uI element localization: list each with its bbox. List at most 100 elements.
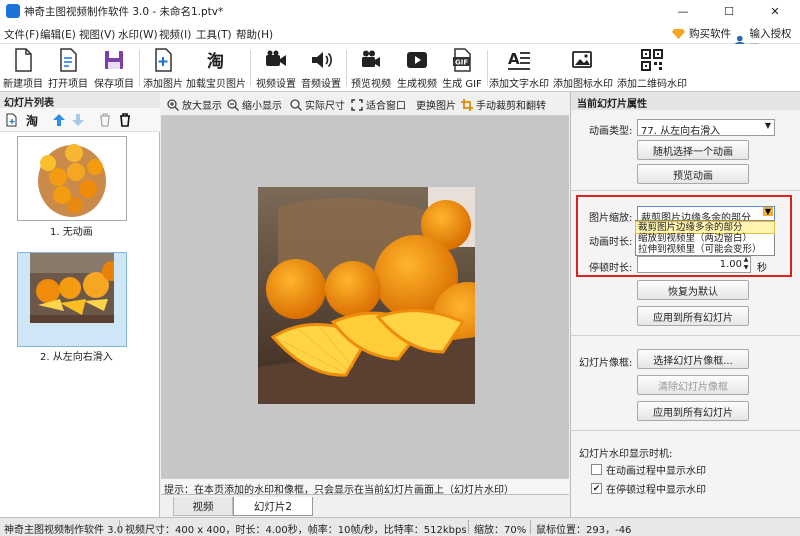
animation-type-value: 77. 从左向右滑入 [641,126,721,137]
restore-default-button[interactable]: 恢复为默认 [637,280,749,300]
menu-help[interactable]: 帮助(H) [236,27,273,42]
generate-video-label: 生成视频 [397,79,437,90]
random-animation-button[interactable]: 随机选择一个动画 [637,140,749,160]
open-file-icon [60,48,77,72]
speaker-icon [312,52,332,68]
clear-frame-button: 清除幻灯片像框 [637,375,749,395]
zoom-in-button[interactable]: 放大显示 [167,97,222,112]
oranges-bowl-image [18,137,126,220]
generate-video-button[interactable]: 生成视频 [395,46,439,90]
add-text-watermark-label: 添加文字水印 [489,79,549,90]
add-slide-icon[interactable] [4,112,20,128]
load-taobao-button[interactable]: 淘 加载宝贝图片 [186,46,246,90]
zoom-out-button[interactable]: 缩小显示 [227,97,282,112]
toolbar-separator [250,50,251,86]
tab-video[interactable]: 视频 [173,497,233,516]
properties-header: 当前幻灯片属性 [571,92,800,110]
slide-list-toolbar: 淘 [0,108,160,132]
canvas-toolbar: 放大显示 缩小显示 实际尺寸 适合窗口 更换图片 手动裁剪和翻转 [161,92,569,116]
replace-image-button[interactable]: 更换图片 [416,97,456,112]
fit-window-icon [351,98,363,111]
actual-size-button[interactable]: 实际尺寸 [290,97,345,112]
status-separator [119,520,120,534]
add-image-label: 添加图片 [143,79,183,90]
oranges-slices-image [30,253,114,323]
minimize-button[interactable]: — [660,0,706,22]
maximize-button[interactable]: ☐ [706,0,752,22]
show-during-animation-option[interactable]: 在动画过程中显示水印 [591,462,706,477]
preview-video-button[interactable]: 预览视频 [349,46,393,90]
qr-code-icon [641,49,663,71]
svg-text:淘: 淘 [207,51,224,72]
highlight-annotation-box [576,195,792,277]
animation-type-label: 动画类型: [589,126,633,137]
apply-to-all-slides-button[interactable]: 应用到所有幻灯片 [637,306,749,326]
audio-settings-label: 音频设置 [301,79,341,90]
add-image-button[interactable]: 添加图片 [142,46,184,90]
buy-software-link[interactable]: 购买软件 [672,26,731,41]
close-button[interactable]: ✕ [752,0,798,22]
hint-text: 提示：在本页添加的水印和像框，只会显示在当前幻灯片画面上（幻灯片水印） [161,478,569,496]
app-icon [6,4,20,18]
manual-crop-button[interactable]: 手动裁剪和翻转 [461,97,546,112]
status-bar: 神奇主图视频制作软件 3.0 视频尺寸：400 x 400，时长：4.00秒，帧… [0,517,800,536]
zoom-out-icon [227,98,239,111]
properties-panel: 当前幻灯片属性 动画类型: 77. 从左向右滑入 ▼ 随机选择一个动画 预览动画… [570,92,800,517]
watermark-timing-label: 幻灯片水印显示时机: [579,449,673,460]
delete-all-icon[interactable] [117,112,133,128]
save-project-button[interactable]: 保存项目 [92,46,136,90]
video-settings-label: 视频设置 [256,79,296,90]
zoom-out-label: 缩小显示 [242,101,282,112]
generate-gif-button[interactable]: GIF 生成 GIF [440,46,484,90]
add-text-watermark-button[interactable]: A 添加文字水印 [489,46,549,90]
show-during-pause-option[interactable]: ✔ 在停顿过程中显示水印 [591,481,706,496]
play-icon [407,52,427,68]
menu-file[interactable]: 文件(F) [4,27,39,42]
slide-list-header: 幻灯片列表 [0,92,160,109]
move-up-icon[interactable] [51,112,67,128]
add-image-icon [155,48,172,72]
toolbar-separator [139,50,140,86]
menu-video[interactable]: 视频(I) [159,27,191,42]
status-app-name: 神奇主图视频制作软件 3.0 [4,525,124,536]
svg-text:GIF: GIF [455,59,468,67]
toolbar-separator [487,50,488,86]
taobao-icon: 淘 [207,51,224,72]
menu-tools[interactable]: 工具(T) [196,27,232,42]
menu-edit[interactable]: 编辑(E) [40,27,76,42]
preview-video-label: 预览视频 [351,79,391,90]
new-file-icon [15,48,32,72]
video-settings-button[interactable]: 视频设置 [254,46,298,90]
show-during-animation-checkbox[interactable] [591,464,602,475]
status-separator [530,520,531,534]
fit-window-button[interactable]: 适合窗口 [351,97,406,112]
animation-type-select[interactable]: 77. 从左向右滑入 ▼ [637,119,775,137]
status-separator [468,520,469,534]
divider [571,190,800,191]
menu-view[interactable]: 视图(V) [79,27,115,42]
save-icon [105,51,123,69]
divider [571,335,800,336]
slide-frame-label: 幻灯片像框: [579,358,633,369]
menu-watermark[interactable]: 水印(W) [118,27,158,42]
show-during-pause-checkbox[interactable]: ✔ [591,483,602,494]
taobao-slide-icon[interactable]: 淘 [24,112,40,128]
choose-frame-button[interactable]: 选择幻灯片像框... [637,349,749,369]
show-during-animation-label: 在动画过程中显示水印 [606,466,706,477]
add-qr-watermark-label: 添加二维码水印 [617,79,687,90]
add-qr-watermark-button[interactable]: 添加二维码水印 [617,46,687,90]
open-project-button[interactable]: 打开项目 [46,46,90,90]
tab-slide-2[interactable]: 幻灯片2 [233,497,313,516]
slide-thumbnail-1[interactable] [17,136,127,221]
audio-settings-button[interactable]: 音频设置 [299,46,343,90]
zoom-in-icon [167,98,179,111]
new-project-button[interactable]: 新建项目 [2,46,44,90]
svg-text:A: A [508,50,520,68]
slide-thumbnail-2[interactable] [17,252,127,347]
add-image-watermark-button[interactable]: 添加图标水印 [553,46,613,90]
apply-frame-to-all-button[interactable]: 应用到所有幻灯片 [637,401,749,421]
preview-animation-button[interactable]: 预览动画 [637,164,749,184]
slide-list-panel: 幻灯片列表 淘 1. 无动画 2. 从左向右滑入 [0,92,160,517]
status-video-info: 视频尺寸：400 x 400，时长：4.00秒，帧率：10帧/秒，比特率：512… [125,525,467,536]
actual-size-icon [290,98,302,111]
